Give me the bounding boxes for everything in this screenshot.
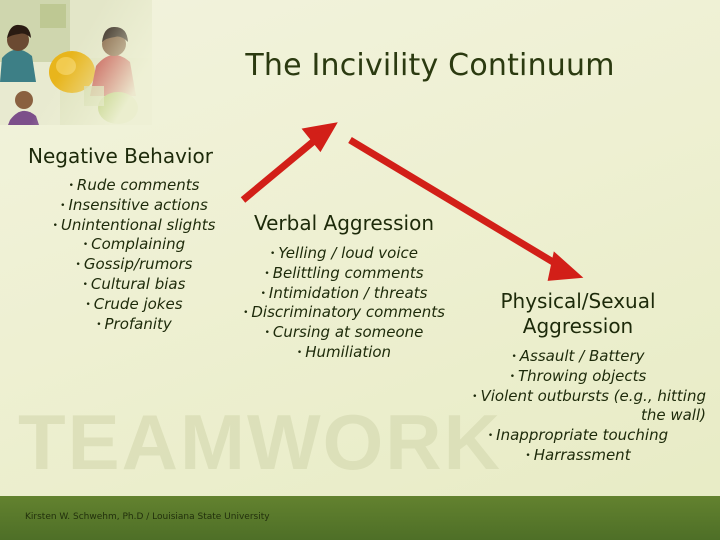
list-item: Intimidation / threats xyxy=(236,284,452,304)
list-item-text: Humiliation xyxy=(305,342,392,361)
column-1-heading: Negative Behavior xyxy=(28,144,213,168)
list-item-text: Yelling / loud voice xyxy=(278,244,418,262)
list-item: Humiliation xyxy=(236,343,452,363)
list-item: Assault / Battery xyxy=(446,347,710,367)
list-item-text: Complaining xyxy=(91,235,186,254)
list-item-text: Gossip/rumors xyxy=(83,255,193,274)
list-item-text: Discriminatory comments xyxy=(251,303,445,322)
list-item: Cultural bias xyxy=(26,275,242,295)
list-item: Inappropriate touching xyxy=(446,426,710,446)
column-2-list: Yelling / loud voice Belittling comments… xyxy=(236,244,452,363)
list-item: Discriminatory comments xyxy=(236,303,452,323)
list-item: Violent outbursts (e.g., hitting the wal… xyxy=(446,387,710,427)
list-item-text: Crude jokes xyxy=(93,294,183,313)
list-item: Gossip/rumors xyxy=(26,255,242,275)
column-physical-sexual-aggression: Physical/Sexual Aggression Assault / Bat… xyxy=(446,289,710,466)
list-item: Insensitive actions xyxy=(26,196,242,216)
column-3-list: Assault / Battery Throwing objects Viole… xyxy=(446,347,710,466)
list-item: Unintentional slights xyxy=(26,216,242,236)
list-item-text: Rude comments xyxy=(76,176,200,194)
column-2-heading: Verbal Aggression xyxy=(254,211,434,235)
list-item-text: Harrassment xyxy=(533,445,631,464)
column-3-heading: Physical/Sexual Aggression xyxy=(500,289,656,338)
column-verbal-aggression: Verbal Aggression Yelling / loud voice B… xyxy=(236,211,452,363)
slide-title: The Incivility Continuum xyxy=(245,48,615,83)
column-negative-behavior: Negative Behavior Rude comments Insensit… xyxy=(26,144,242,334)
list-item: Belittling comments xyxy=(236,264,452,284)
list-item: Cursing at someone xyxy=(236,323,452,343)
list-item: Crude jokes xyxy=(26,295,242,315)
list-item-text: Cursing at someone xyxy=(272,323,424,342)
list-item-text: Insensitive actions xyxy=(68,195,208,214)
list-item: Rude comments xyxy=(26,176,242,196)
list-item-text: Intimidation / threats xyxy=(268,283,428,302)
list-item-text: Violent outbursts (e.g., hitting the wal… xyxy=(480,386,706,425)
column-1-list: Rude comments Insensitive actions Uninte… xyxy=(26,176,242,334)
list-item-text: Belittling comments xyxy=(272,263,424,282)
list-item-text: Assault / Battery xyxy=(519,347,645,365)
list-item: Profanity xyxy=(26,315,242,335)
list-item-text: Profanity xyxy=(104,314,172,333)
list-item: Throwing objects xyxy=(446,367,710,387)
list-item-text: Throwing objects xyxy=(518,366,647,385)
list-item-text: Unintentional slights xyxy=(60,215,216,234)
people-collage-image xyxy=(0,0,152,125)
list-item-text: Inappropriate touching xyxy=(496,426,669,445)
list-item: Complaining xyxy=(26,235,242,255)
slide: TEAMWORK The Incivility Continuum Negati… xyxy=(0,0,720,540)
list-item-text: Cultural bias xyxy=(90,274,186,293)
footer-attribution: Kirsten W. Schwehm, Ph.D / Louisiana Sta… xyxy=(25,512,270,522)
list-item: Harrassment xyxy=(446,446,710,466)
list-item: Yelling / loud voice xyxy=(236,244,452,264)
